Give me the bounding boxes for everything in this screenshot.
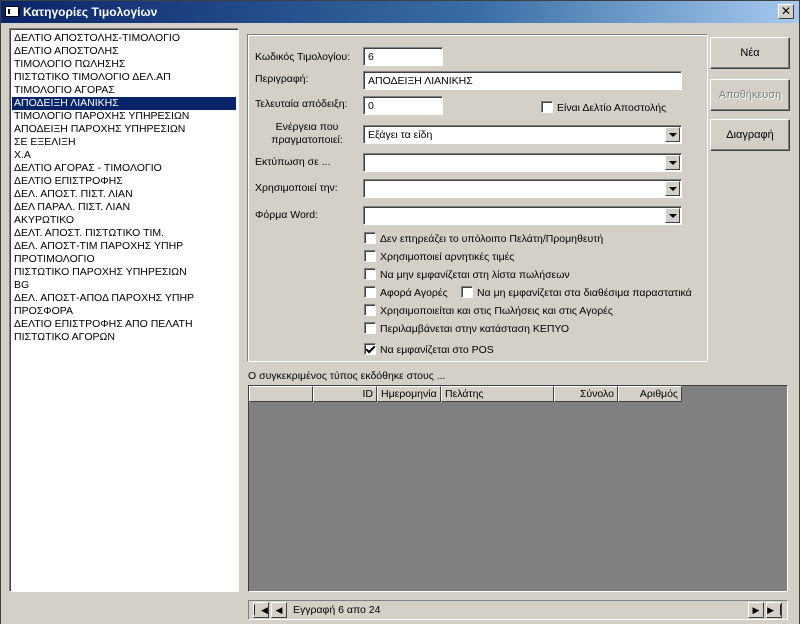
list-item[interactable]: ΣΕ ΕΞΕΛΙΞΗ — [12, 136, 236, 149]
chevron-down-icon[interactable] — [665, 208, 680, 223]
grid-col-selector[interactable] — [249, 386, 313, 402]
kepyo-box[interactable] — [364, 322, 376, 334]
list-item[interactable]: ΤΙΜΟΛΟΓΙΟ ΠΑΡΟΧΗΣ ΥΠΗΡΕΣΙΩΝ — [12, 110, 236, 123]
window-title: Κατηγορίες Τιμολογίων — [23, 5, 158, 19]
is-delivery-note-box[interactable] — [541, 101, 553, 113]
uses-label: Χρησιμοποιεί την: — [255, 182, 338, 194]
issued-documents-grid[interactable]: ID Ημερομηνία Πελάτης Σύνολο Αριθμός — [248, 385, 788, 592]
no-balance-effect-box[interactable] — [364, 232, 376, 244]
hide-from-sales-list-checkbox[interactable]: Να μην εμφανίζεται στη λίστα πωλήσεων — [364, 268, 570, 282]
last-record-button[interactable]: ▶▕ — [766, 602, 782, 618]
is-delivery-note-label: Είναι Δελτίο Αποστολής — [557, 102, 667, 114]
list-item[interactable]: BG — [12, 279, 236, 292]
purchases-label: Αφορά Αγορές — [380, 287, 448, 299]
sales-and-purchases-checkbox[interactable]: Χρησιμοποιείται και στις Πωλήσεις και στ… — [364, 304, 613, 318]
first-record-button[interactable]: ▏◀ — [253, 602, 269, 618]
previous-record-button[interactable]: ◀ — [271, 602, 287, 618]
code-label: Κωδικός Τιμολογίου: — [255, 51, 351, 63]
hide-from-available-docs-box[interactable] — [461, 286, 473, 298]
list-item[interactable]: ΠΙΣΤΩΤΙΚΟ ΤΙΜΟΛΟΓΙΟ ΔΕΛ.ΑΠ — [12, 71, 236, 84]
first-record-icon: ▏◀ — [254, 605, 268, 615]
no-balance-effect-label: Δεν επηρεάζει το υπόλοιπο Πελάτη/Προμηθε… — [380, 233, 604, 245]
grid-col-date[interactable]: Ημερομηνία — [377, 386, 441, 402]
close-button[interactable]: ✕ — [778, 4, 794, 19]
list-item[interactable]: ΑΚΥΡΩΤΙΚΟ — [12, 214, 236, 227]
list-item[interactable]: ΔΕΛ. ΑΠΟΣΤ. ΠΙΣΤ. ΛΙΑΝ — [12, 188, 236, 201]
print-label: Εκτύπωση σε ... — [255, 156, 331, 168]
title-bar: Κατηγορίες Τιμολογίων ✕ — [1, 1, 799, 23]
print-select[interactable] — [363, 153, 682, 172]
show-in-pos-checkbox[interactable]: Να εμφανίζεται στο POS — [364, 343, 494, 357]
grid-caption: Ο συγκεκριμένος τύπος εκδόθηκε στους ... — [248, 370, 446, 382]
list-item[interactable]: ΔΕΛΤ. ΑΠΟΣΤ. ΠΙΣΤΩΤΙΚΟ ΤΙΜ. — [12, 227, 236, 240]
code-input[interactable]: 6 — [363, 47, 443, 66]
list-item[interactable]: ΔΕΛ. ΑΠΟΣΤ-ΤΙΜ ΠΑΡΟΧΗΣ ΥΠΗΡ — [12, 240, 236, 253]
action-select-value: Εξάγει τα είδη — [368, 129, 433, 141]
description-label: Περιγραφή: — [255, 73, 309, 85]
is-delivery-note-checkbox[interactable]: Είναι Δελτίο Αποστολής — [541, 101, 666, 115]
sales-and-purchases-label: Χρησιμοποιείται και στις Πωλήσεις και στ… — [380, 305, 613, 317]
list-item[interactable]: ΔΕΛ. ΑΠΟΣΤ-ΑΠΟΔ ΠΑΡΟΧΗΣ ΥΠΗΡ — [12, 292, 236, 305]
save-button[interactable]: Αποθήκευση — [710, 79, 790, 111]
sales-and-purchases-box[interactable] — [364, 304, 376, 316]
chevron-down-icon[interactable] — [665, 127, 680, 142]
category-listbox[interactable]: ΔΕΛΤΙΟ ΑΠΟΣΤΟΛΗΣ-ΤΙΜΟΛΟΓΙΟ ΔΕΛΤΙΟ ΑΠΟΣΤΟΛ… — [9, 28, 239, 592]
list-item[interactable]: ΔΕΛΤΙΟ ΑΓΟΡΑΣ - ΤΙΜΟΛΟΓΙΟ — [12, 162, 236, 175]
delete-button[interactable]: Διαγραφή — [710, 119, 790, 151]
negative-prices-checkbox[interactable]: Χρησιμοποιεί αρνητικές τιμές — [364, 250, 514, 264]
description-input[interactable]: ΑΠΟΔΕΙΞΗ ΛΙΑΝΙΚΗΣ — [363, 71, 682, 90]
kepyo-checkbox[interactable]: Περιλαμβάνεται στην κατάσταση ΚΕΠΥΟ — [364, 322, 569, 336]
word-form-select[interactable] — [363, 206, 682, 225]
close-icon: ✕ — [780, 4, 792, 18]
hide-from-sales-list-label: Να μην εμφανίζεται στη λίστα πωλήσεων — [380, 269, 570, 281]
last-record-icon: ▶▕ — [767, 605, 781, 615]
action-label: Ενέργεια που πραγματοποιεί: — [271, 121, 343, 146]
list-item[interactable]: ΔΕΛΤΙΟ ΕΠΙΣΤΡΟΦΗΣ ΑΠΟ ΠΕΛΑΤΗ — [12, 318, 236, 331]
list-item[interactable]: ΔΕΛΤΙΟ ΕΠΙΣΤΡΟΦΗΣ — [12, 175, 236, 188]
negative-prices-box[interactable] — [364, 250, 376, 262]
list-item[interactable]: ΤΙΜΟΛΟΓΙΟ ΠΩΛΗΣΗΣ — [12, 58, 236, 71]
hide-from-available-docs-label: Να μη εμφανίζεται στα διαθέσιμα παραστατ… — [477, 287, 692, 299]
action-select[interactable]: Εξάγει τα είδη — [363, 125, 682, 144]
list-item[interactable]: ΔΕΛ ΠΑΡΑΛ. ΠΙΣΤ. ΛΙΑΝ — [12, 201, 236, 214]
list-item[interactable]: ΔΕΛΤΙΟ ΑΠΟΣΤΟΛΗΣ — [12, 45, 236, 58]
chevron-down-icon[interactable] — [665, 181, 680, 196]
grid-col-number[interactable]: Αριθμός — [618, 386, 682, 402]
purchases-box[interactable] — [364, 286, 376, 298]
list-item[interactable]: ΠΡΟΣΦΟΡΑ — [12, 305, 236, 318]
no-balance-effect-checkbox[interactable]: Δεν επηρεάζει το υπόλοιπο Πελάτη/Προμηθε… — [364, 232, 603, 246]
purchases-checkbox[interactable]: Αφορά Αγορές — [364, 286, 448, 300]
list-item[interactable]: ΑΠΟΔΕΙΞΗ ΠΑΡΟΧΗΣ ΥΠΗΡΕΣΙΩΝ — [12, 123, 236, 136]
show-in-pos-box[interactable] — [364, 343, 376, 355]
last-receipt-label: Τελευταία απόδειξη: — [255, 98, 348, 110]
next-record-button[interactable]: ▶ — [748, 602, 764, 618]
previous-record-icon: ◀ — [275, 605, 283, 615]
list-item[interactable]: ΠΙΣΤΩΤΙΚΟ ΠΑΡΟΧΗΣ ΥΠΗΡΕΣΙΩΝ — [12, 266, 236, 279]
grid-col-id[interactable]: ID — [313, 386, 377, 402]
negative-prices-label: Χρησιμοποιεί αρνητικές τιμές — [380, 251, 515, 263]
show-in-pos-label: Να εμφανίζεται στο POS — [380, 344, 494, 356]
kepyo-label: Περιλαμβάνεται στην κατάσταση ΚΕΠΥΟ — [380, 323, 569, 335]
invoice-categories-window: Κατηγορίες Τιμολογίων ✕ ΔΕΛΤΙΟ ΑΠΟΣΤΟΛΗΣ… — [0, 0, 800, 624]
list-item[interactable]: ΠΡΟΤΙΜΟΛΟΓΙΟ — [12, 253, 236, 266]
list-item[interactable]: Χ.Α — [12, 149, 236, 162]
grid-header: ID Ημερομηνία Πελάτης Σύνολο Αριθμός — [249, 386, 682, 402]
next-record-icon: ▶ — [752, 605, 760, 615]
grid-col-total[interactable]: Σύνολο — [554, 386, 618, 402]
chevron-down-icon[interactable] — [665, 155, 680, 170]
last-receipt-input[interactable]: 0 — [363, 96, 443, 115]
new-button[interactable]: Νέα — [710, 37, 790, 69]
list-item[interactable]: ΑΠΟΔΕΙΞΗ ΛΙΑΝΙΚΗΣ — [12, 97, 236, 110]
record-position-text: Εγγραφή 6 απο 24 — [293, 604, 381, 616]
hide-from-available-docs-checkbox[interactable]: Να μη εμφανίζεται στα διαθέσιμα παραστατ… — [461, 286, 692, 300]
hide-from-sales-list-box[interactable] — [364, 268, 376, 280]
window-app-icon — [5, 6, 20, 17]
list-item[interactable]: ΠΙΣΤΩΤΙΚΟ ΑΓΟΡΩΝ — [12, 331, 236, 344]
word-form-label: Φόρμα Word: — [255, 209, 319, 221]
record-navigator: ▏◀ ◀ Εγγραφή 6 απο 24 ▶ ▶▕ — [248, 600, 788, 620]
list-item[interactable]: ΔΕΛΤΙΟ ΑΠΟΣΤΟΛΗΣ-ΤΙΜΟΛΟΓΙΟ — [12, 32, 236, 45]
uses-select[interactable] — [363, 179, 682, 198]
grid-col-customer[interactable]: Πελάτης — [441, 386, 554, 402]
list-item[interactable]: ΤΙΜΟΛΟΓΙΟ ΑΓΟΡΑΣ — [12, 84, 236, 97]
